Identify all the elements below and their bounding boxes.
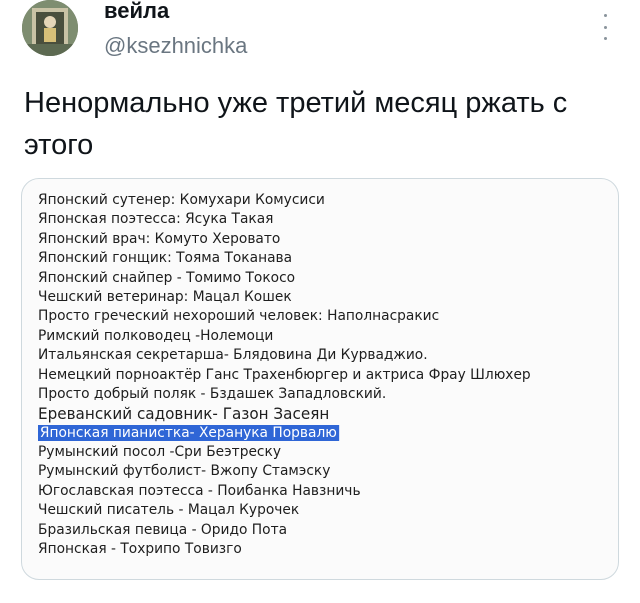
list-item: Чешский ветеринар: Мацал Кошек [38, 288, 292, 305]
avatar-image [22, 0, 78, 56]
list-item: Чешский писатель - Мацал Курочек [38, 502, 300, 519]
list-item-highlighted: Японская пианистка- Херанука Порвалю [38, 424, 339, 443]
list-item: Югославская поэтесса - Поибанка Навзничь [38, 482, 361, 499]
list-item: Японский сутенер: Комухари Комусиси [38, 192, 325, 208]
list-item: Японская - Тохрипо Товизго [38, 541, 242, 558]
list-item: Румынский футболист- Вжопу Стамэску [38, 463, 331, 480]
list-item: Немецкий порноактёр Ганс Трахенбюргер и … [38, 366, 531, 383]
author-handle[interactable]: @ksezhnichka [104, 34, 247, 58]
list-item: Просто греческий нехороший человек: Напо… [38, 308, 440, 325]
avatar[interactable] [22, 0, 78, 56]
list-item: Римский полководец -Нолемоци [38, 327, 274, 344]
list-item: Бразильская певица - Оридо Пота [38, 521, 288, 538]
list-item: Японский гонщик: Тояма Токанава [38, 250, 293, 267]
text-list: Японский сутенер: Комухари Комусиси Япон… [38, 191, 608, 559]
list-item: Японский врач: Комуто Херовато [38, 230, 281, 247]
tweet-media-image[interactable]: Японский сутенер: Комухари Комусиси Япон… [21, 178, 619, 580]
tweet-text: Ненормально уже третий месяц ржать с это… [24, 87, 568, 161]
list-item: Японский снайпер - Томимо Токосо [38, 269, 296, 286]
list-item: Итальянская секретарша- Блядовина Ди Кур… [38, 347, 428, 364]
author-name[interactable]: вейла [104, 0, 169, 22]
highlighted-text: Японская пианистка- Херанука Порвалю [38, 424, 339, 441]
tweet-header: вейла @ksezhnichka [0, 0, 640, 70]
list-item: Просто добрый поляк - Бздашек Западловск… [38, 385, 387, 402]
list-item: Ереванский садовник- Газон Засеян [38, 404, 330, 424]
list-item: Японская поэтесса: Ясука Такая [38, 211, 274, 228]
more-vertical-icon[interactable] [600, 14, 610, 40]
list-item: Румынский посол -Сри Беэтреску [38, 444, 281, 461]
